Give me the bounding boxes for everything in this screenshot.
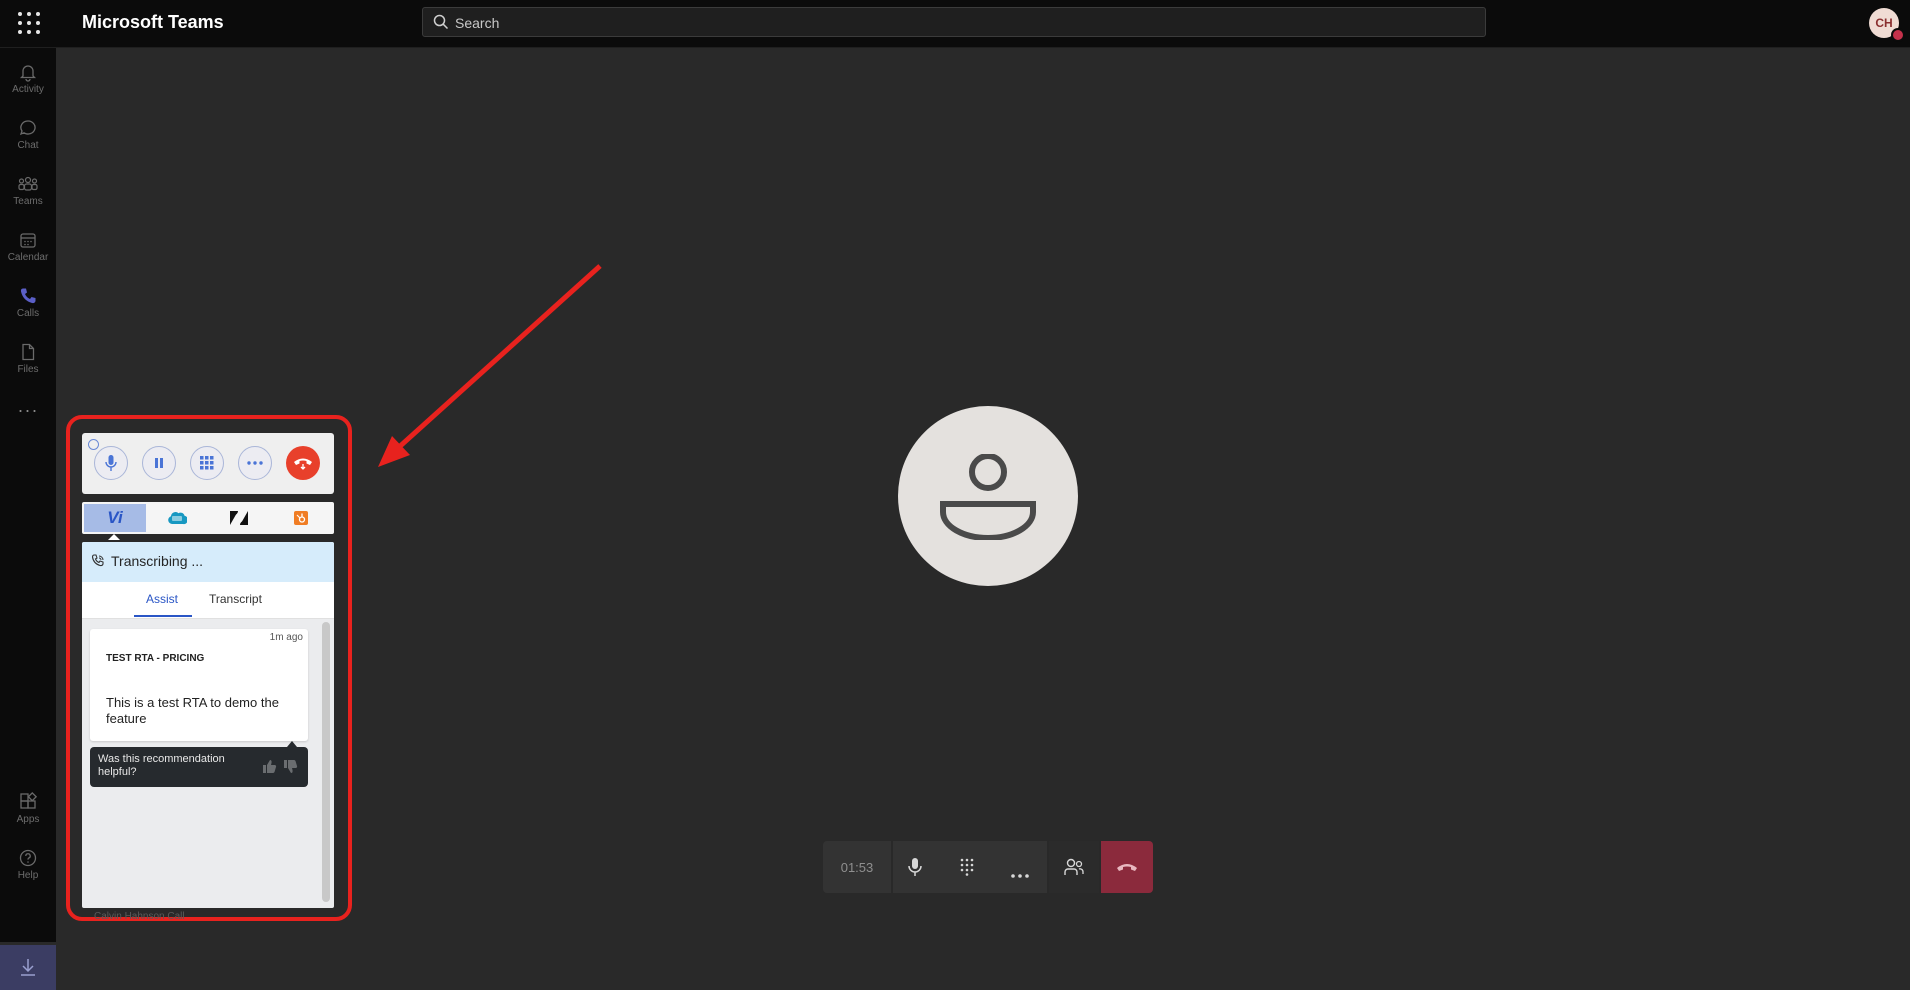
end-call-button[interactable] <box>1101 841 1153 893</box>
transcribing-icon <box>91 554 104 567</box>
call-timer-segment: 01:53 <box>823 841 891 893</box>
keypad-icon <box>200 456 214 470</box>
thumbs-up-icon[interactable] <box>262 759 277 774</box>
scrollbar[interactable] <box>322 622 330 902</box>
microphone-icon <box>105 455 117 471</box>
call-controls-panel <box>82 433 334 494</box>
card-timestamp: 1m ago <box>269 632 303 643</box>
tab-vi-label: Vi <box>107 508 123 527</box>
more-icon <box>1011 874 1029 878</box>
tab-hubspot[interactable] <box>270 504 332 532</box>
recommendation-card: 1m ago TEST RTA - PRICING This is a test… <box>90 629 308 741</box>
caller-name: Calvin Hahnson Call <box>94 911 185 922</box>
hang-up-icon <box>294 458 312 470</box>
thumbs-down-icon[interactable] <box>283 759 298 774</box>
call-control-bar: 01:53 <box>823 841 1153 893</box>
hang-up-icon <box>1117 864 1137 871</box>
tab-assist[interactable]: Assist <box>146 592 178 606</box>
download-icon <box>21 959 35 976</box>
keypad-button[interactable] <box>190 446 224 480</box>
mute-button[interactable] <box>94 446 128 480</box>
status-text: Transcribing ... <box>111 553 204 569</box>
salesforce-icon <box>168 512 187 525</box>
participants-button[interactable] <box>1049 841 1099 893</box>
tab-salesforce[interactable] <box>146 504 208 532</box>
pause-icon <box>155 458 163 468</box>
call-actions-group <box>893 841 1047 893</box>
people-icon <box>1064 858 1084 875</box>
mic-button[interactable] <box>907 857 923 882</box>
assist-panel: Transcribing ... Assist Transcript 1m ag… <box>82 542 334 908</box>
card-body: This is a test RTA to demo the feature <box>106 695 279 726</box>
tab-zendesk[interactable] <box>208 504 270 532</box>
hold-button[interactable] <box>142 446 176 480</box>
active-tab-caret <box>108 534 120 540</box>
feedback-text: Was this recommendation helpful? <box>98 753 225 778</box>
hang-up-button[interactable] <box>286 446 320 480</box>
active-tab-underline <box>134 615 192 617</box>
assist-sub-tabs: Assist Transcript <box>82 582 334 619</box>
pin-icon[interactable] <box>88 439 99 450</box>
dialpad-icon <box>960 858 974 876</box>
call-assist-widget: Vi Transcribing ... Assist Transcript 1m… <box>82 433 334 922</box>
download-button[interactable] <box>0 945 56 990</box>
dialpad-button[interactable] <box>960 858 974 881</box>
more-options-button[interactable] <box>238 446 272 480</box>
hubspot-icon <box>294 511 308 525</box>
card-title: TEST RTA - PRICING <box>106 653 205 664</box>
zendesk-icon <box>230 511 248 525</box>
call-timer: 01:53 <box>840 859 874 875</box>
integration-tabs: Vi <box>82 502 334 534</box>
microphone-icon <box>908 858 922 876</box>
tab-vi[interactable]: Vi <box>84 504 146 532</box>
more-actions-button[interactable] <box>1011 865 1029 883</box>
feedback-prompt: Was this recommendation helpful? <box>90 747 308 787</box>
tab-transcript[interactable]: Transcript <box>209 592 262 606</box>
transcribing-status-bar: Transcribing ... <box>82 542 334 582</box>
more-icon <box>247 461 263 465</box>
